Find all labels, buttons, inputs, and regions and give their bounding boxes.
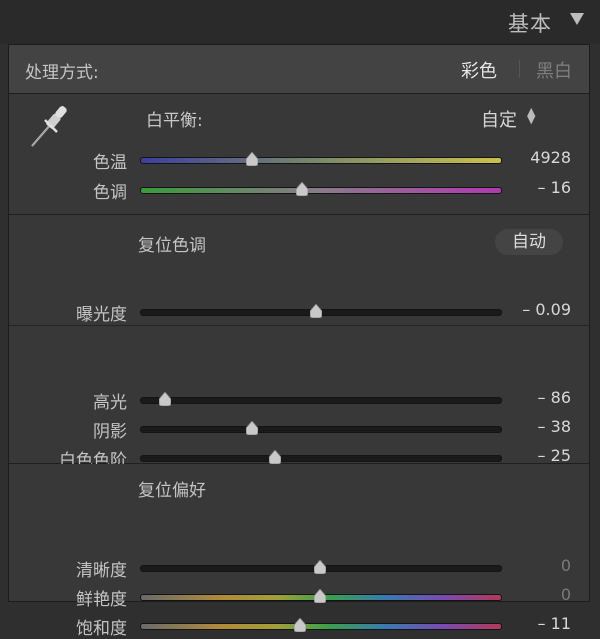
slider-label: 阴影: [93, 422, 127, 442]
white-balance-section: 白平衡: 自定 ▲ ▼ 色温 4928 色调 – 16: [9, 94, 589, 215]
reset-tone-link[interactable]: 复位色调: [138, 231, 206, 256]
slider-thumb[interactable]: [296, 182, 308, 196]
slider-row: 色温 4928: [9, 145, 589, 173]
reset-presence-link[interactable]: 复位偏好: [138, 476, 206, 501]
slider-thumb[interactable]: [269, 450, 281, 464]
slider-thumb[interactable]: [245, 152, 258, 166]
white-balance-select[interactable]: 自定: [481, 106, 517, 132]
treatment-label: 处理方式:: [25, 63, 99, 83]
panel-header[interactable]: 基本: [0, 0, 600, 44]
slider-thumb[interactable]: [245, 421, 258, 435]
slider-track[interactable]: [140, 455, 502, 462]
slider-row: 清晰度 0: [9, 553, 589, 581]
basic-panel: 处理方式: 彩色 黑白 白平衡: 自定 ▲ ▼ 色温 4928 色调 – 16 复位色调…: [8, 44, 590, 639]
slider-label: 色调: [93, 183, 127, 203]
light-section: 高光– 86阴影– 38白色色阶– 25黑色色阶– 4: [9, 326, 589, 500]
slider-thumb[interactable]: [159, 392, 172, 406]
treatment-separator: [519, 60, 520, 78]
tone-section: 复位色调 自动 曝光度– 0.09对比度+ 29: [9, 215, 589, 355]
slider-thumb[interactable]: [294, 618, 307, 632]
slider-row: 高光 – 86: [9, 385, 589, 413]
treatment-color-option[interactable]: 彩色: [461, 57, 497, 83]
slider-thumb[interactable]: [314, 589, 326, 603]
slider-value[interactable]: 0: [561, 556, 571, 575]
slider-thumb[interactable]: [314, 560, 326, 574]
slider-value[interactable]: – 25: [538, 446, 571, 465]
slider-row: 曝光度 – 0.09: [9, 297, 589, 325]
slider-label: 清晰度: [76, 561, 127, 581]
collapse-triangle-icon[interactable]: [570, 13, 584, 25]
slider-value[interactable]: – 0.09: [522, 300, 571, 319]
presence-section: 复位偏好 清晰度 0 鲜艳度 0 饱和度 – 11: [9, 464, 589, 639]
slider-row: 饱和度 – 11: [9, 611, 589, 639]
slider-track[interactable]: [140, 426, 502, 433]
slider-row: 阴影 – 38: [9, 414, 589, 442]
slider-value[interactable]: – 11: [538, 614, 571, 633]
slider-label: 高光: [93, 393, 127, 413]
slider-label: 饱和度: [76, 619, 127, 639]
slider-value[interactable]: 4928: [530, 148, 571, 167]
slider-value[interactable]: – 16: [538, 178, 571, 197]
slider-value[interactable]: – 86: [538, 388, 571, 407]
slider-row: 色调 – 16: [9, 175, 589, 203]
slider-track[interactable]: [140, 187, 502, 194]
slider-track[interactable]: [140, 157, 502, 164]
slider-track[interactable]: [140, 623, 502, 630]
slider-label: 色温: [93, 153, 127, 173]
white-balance-label: 白平衡:: [146, 111, 203, 131]
slider-value[interactable]: – 38: [538, 417, 571, 436]
auto-tone-button[interactable]: 自动: [495, 229, 563, 255]
slider-track[interactable]: [140, 397, 502, 404]
slider-value[interactable]: 0: [561, 585, 571, 604]
panel-title[interactable]: 基本: [508, 8, 552, 38]
up-down-arrows-icon[interactable]: ▲ ▼: [527, 106, 535, 125]
treatment-row: 处理方式: 彩色 黑白: [9, 45, 589, 94]
slider-label: 鲜艳度: [76, 590, 127, 610]
slider-label: 曝光度: [76, 305, 127, 325]
treatment-bw-option[interactable]: 黑白: [536, 57, 572, 83]
slider-thumb[interactable]: [310, 304, 323, 318]
